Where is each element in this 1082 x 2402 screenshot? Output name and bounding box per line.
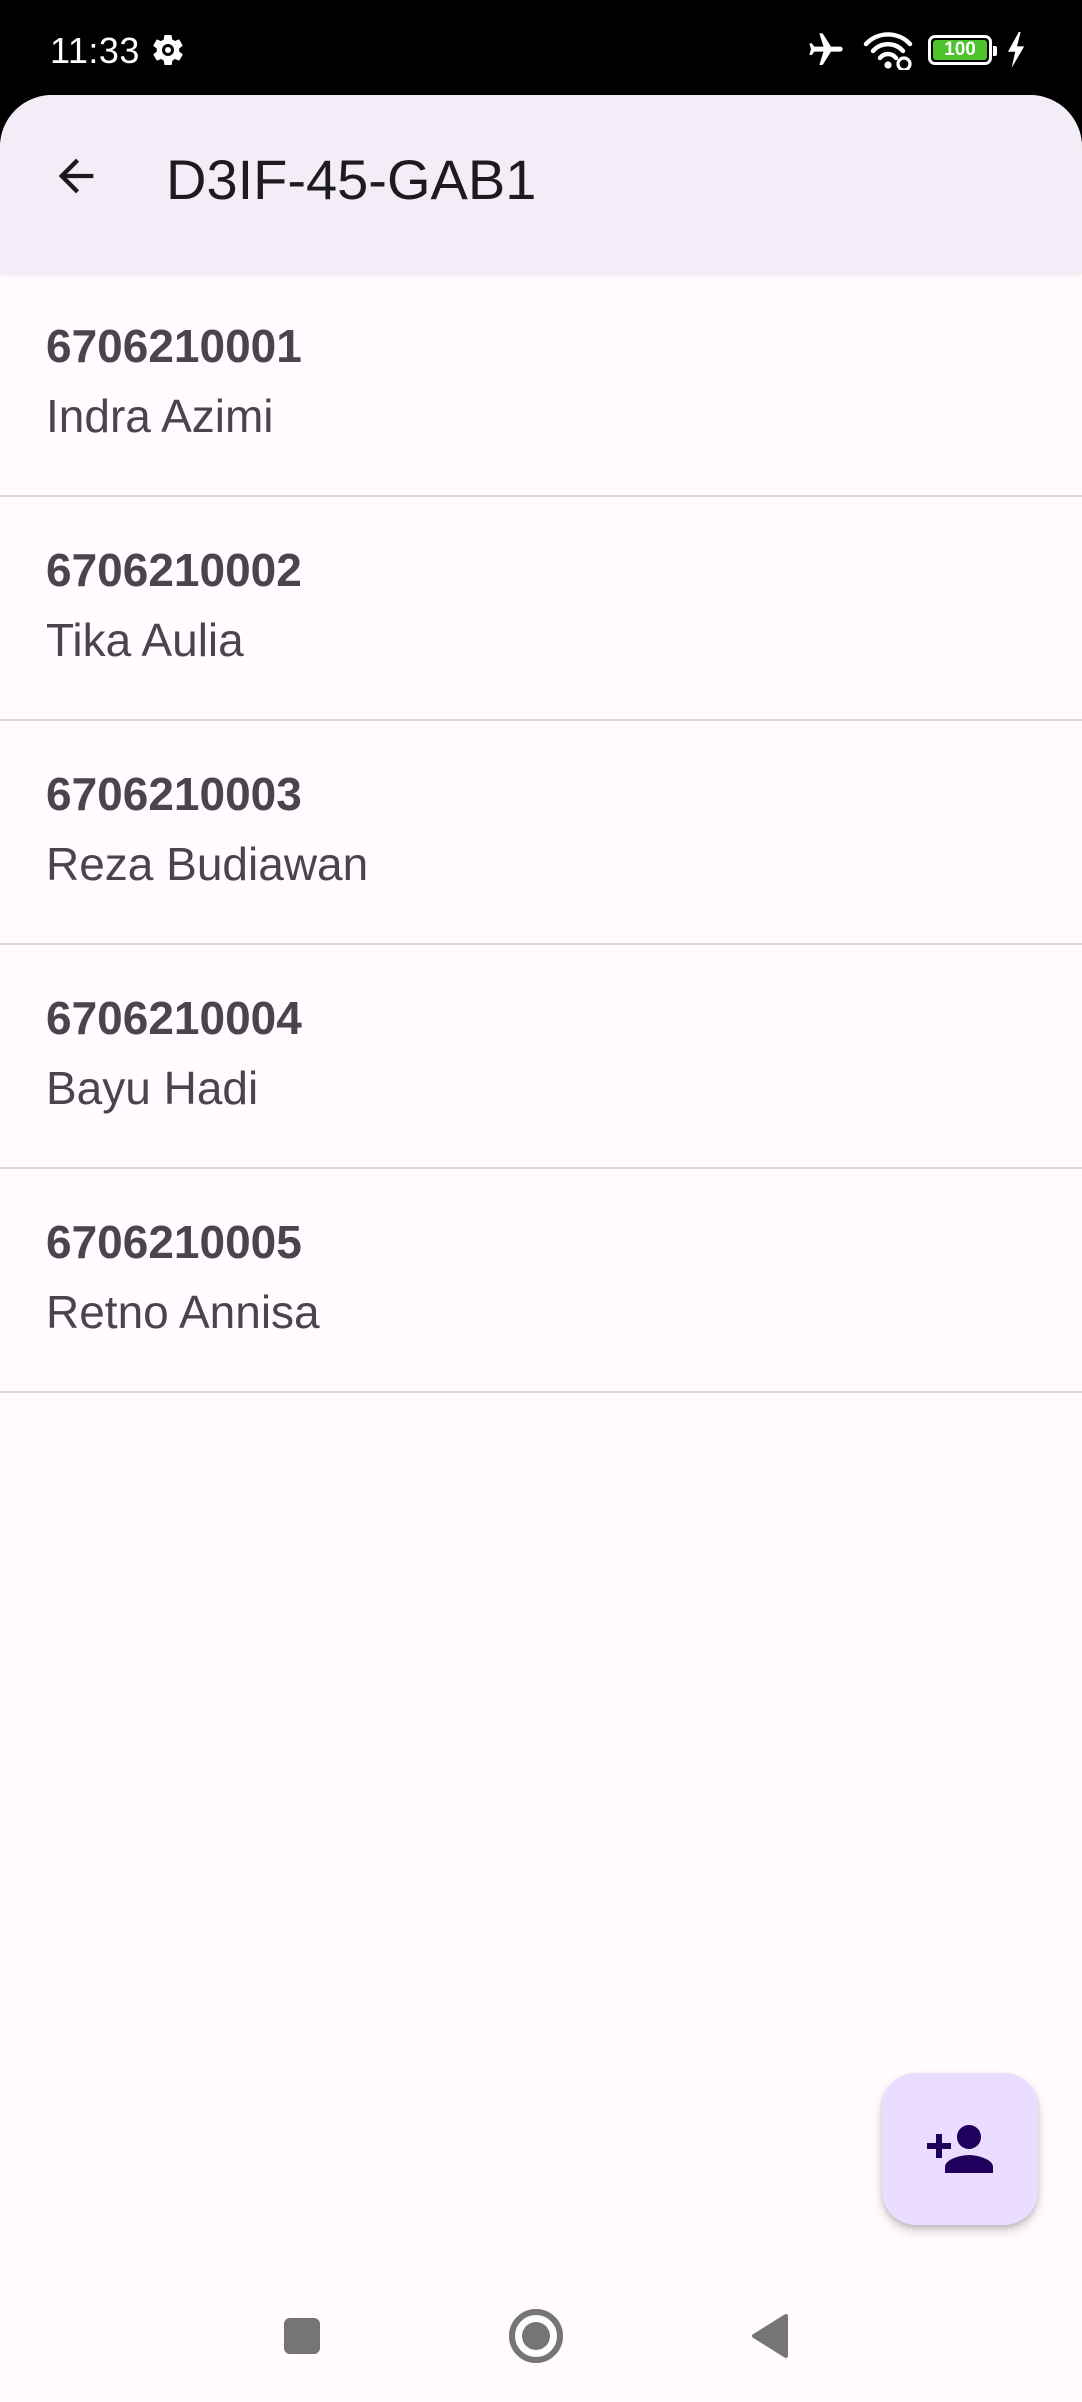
charging-bolt-icon	[1008, 32, 1025, 68]
student-nim: 6706210001	[46, 320, 302, 372]
recents-square-icon	[284, 2318, 320, 2354]
status-bar: 11:33 100	[0, 0, 1082, 98]
student-name: Bayu Hadi	[46, 1062, 259, 1114]
status-time: 11:33	[50, 30, 140, 71]
student-name: Retno Annisa	[46, 1286, 320, 1338]
home-button[interactable]	[500, 2300, 572, 2372]
back-triangle-icon	[752, 2314, 788, 2358]
student-nim: 6706210004	[46, 992, 302, 1044]
settings-gear-icon	[153, 34, 183, 66]
battery-icon: 100	[928, 35, 997, 65]
wifi-icon	[863, 32, 913, 70]
arrow-back-icon	[58, 158, 94, 194]
list-item[interactable]: 6706210004 Bayu Hadi	[0, 945, 1082, 1169]
app-window: D3IF-45-GAB1 6706210001 Indra Azimi 6706…	[0, 95, 1082, 2402]
recents-button[interactable]	[266, 2300, 338, 2372]
student-name: Reza Budiawan	[46, 838, 369, 890]
student-list: 6706210001 Indra Azimi 6706210002 Tika A…	[0, 273, 1082, 1393]
phone-screen: 11:33 100 D3IF-45-GAB1 6706210001 Indra …	[0, 0, 1082, 2402]
student-name: Tika Aulia	[46, 614, 244, 666]
battery-level: 100	[944, 39, 976, 60]
student-nim: 6706210005	[46, 1216, 302, 1268]
list-item[interactable]: 6706210002 Tika Aulia	[0, 497, 1082, 721]
list-item[interactable]: 6706210001 Indra Azimi	[0, 273, 1082, 497]
student-nim: 6706210002	[46, 544, 302, 596]
person-add-icon	[927, 2125, 993, 2173]
add-student-button[interactable]	[882, 2073, 1038, 2225]
system-navigation-bar	[0, 2270, 1082, 2402]
airplane-mode-icon	[809, 33, 843, 65]
back-button[interactable]	[40, 140, 112, 212]
top-app-bar: D3IF-45-GAB1	[0, 95, 1082, 273]
list-item[interactable]: 6706210003 Reza Budiawan	[0, 721, 1082, 945]
home-circle-icon	[509, 2309, 563, 2363]
status-icons: 100	[804, 28, 1028, 72]
list-item[interactable]: 6706210005 Retno Annisa	[0, 1169, 1082, 1393]
student-nim: 6706210003	[46, 768, 302, 820]
page-title: D3IF-45-GAB1	[166, 148, 537, 211]
back-nav-button[interactable]	[734, 2300, 806, 2372]
student-name: Indra Azimi	[46, 390, 274, 442]
